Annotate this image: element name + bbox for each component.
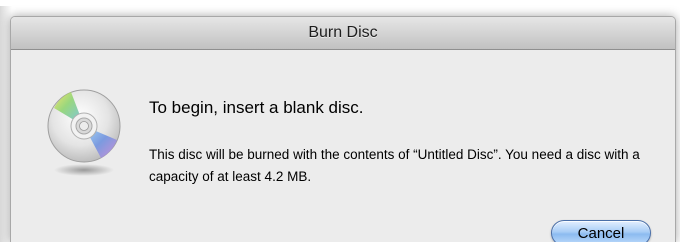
cancel-button[interactable]: Cancel: [551, 220, 651, 242]
title-bar[interactable]: Burn Disc: [11, 17, 675, 50]
dialog-heading: To begin, insert a blank disc.: [149, 98, 364, 117]
disc-icon: [47, 89, 121, 176]
burn-disc-dialog: Burn Disc To begin, insert a blank disc.…: [10, 16, 676, 242]
dialog-content: To begin, insert a blank disc. This disc…: [11, 50, 675, 242]
screen: Burn Disc To begin, insert a blank disc.…: [0, 0, 680, 242]
dialog-message: This disc will be burned with the conten…: [149, 147, 640, 184]
dialog-title: Burn Disc: [308, 24, 378, 41]
